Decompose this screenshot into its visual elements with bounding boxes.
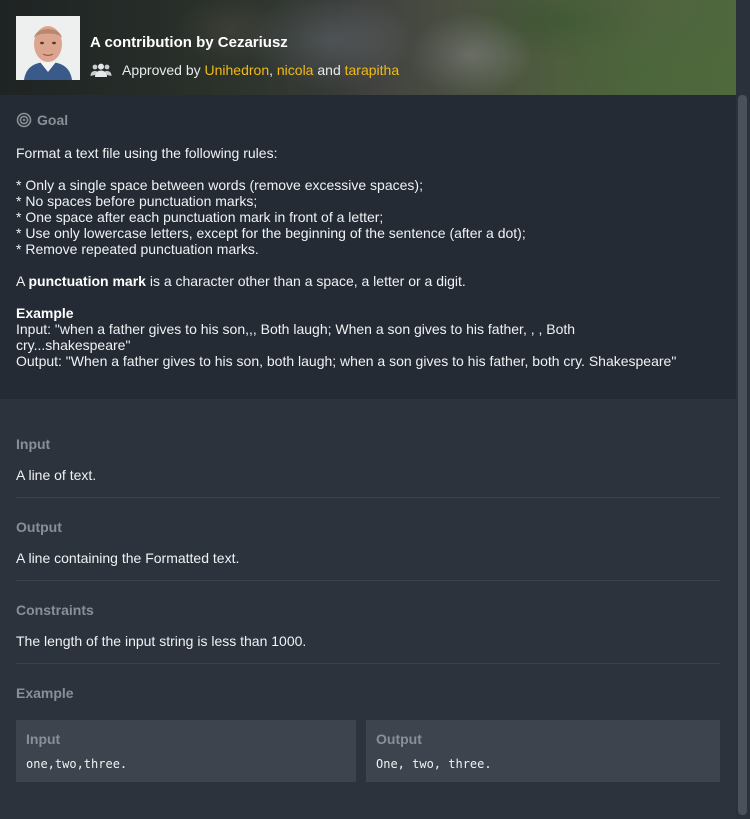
users-icon: [90, 63, 112, 77]
divider: [16, 497, 720, 498]
rule-item: * One space after each punctuation mark …: [16, 209, 384, 225]
goal-intro: Format a text file using the following r…: [16, 145, 278, 161]
goal-label: Goal: [37, 112, 69, 128]
example-input-label: Input: [26, 731, 61, 747]
approver-link[interactable]: tarapitha: [345, 62, 399, 78]
contribution-header: A contribution by Cezariusz Approved by …: [0, 0, 750, 95]
goal-statement: Format a text file using the following r…: [16, 145, 721, 369]
example-output-value[interactable]: One, two, three.: [376, 757, 492, 771]
goal-heading: Goal: [16, 112, 68, 128]
rule-item: * No spaces before punctuation marks;: [16, 193, 258, 209]
example-input-value[interactable]: one,two,three.: [26, 757, 127, 771]
rules-list: * Only a single space between words (rem…: [16, 177, 721, 257]
definition-term: punctuation mark: [28, 273, 146, 289]
constraints-heading: Constraints: [16, 602, 94, 618]
output-heading: Output: [16, 519, 62, 535]
input-heading: Input: [16, 436, 51, 452]
approver-separator: ,: [269, 62, 273, 78]
output-description: A line containing the Formatted text.: [16, 550, 240, 566]
punctuation-definition: A punctuation mark is a character other …: [16, 273, 721, 289]
rule-item: * Use only lowercase letters, except for…: [16, 225, 526, 241]
avatar[interactable]: [16, 16, 80, 80]
definition-text: is a character other than a space, a let…: [149, 273, 466, 289]
rule-item: * Remove repeated punctuation marks.: [16, 241, 259, 257]
rule-item: * Only a single space between words (rem…: [16, 177, 423, 193]
example-heading: Example: [16, 685, 74, 701]
approver-conjunction: and: [317, 62, 341, 78]
target-icon: [16, 112, 32, 128]
approver-link[interactable]: nicola: [277, 62, 314, 78]
approved-by-label: Approved by: [122, 62, 201, 78]
approver-link[interactable]: Unihedron: [205, 62, 270, 78]
io-details: Input A line of text. Output A line cont…: [0, 399, 736, 819]
approved-by-line: Approved by Unihedron, nicola and tarapi…: [90, 62, 399, 78]
goal-example-input: Input: "when a father gives to his son,,…: [16, 321, 576, 337]
example-input-box: Input one,two,three.: [16, 720, 356, 782]
goal-example-output: Output: "When a father gives to his son,…: [16, 353, 677, 369]
goal-example: Example Input: "when a father gives to h…: [16, 305, 721, 369]
example-output-box: Output One, two, three.: [366, 720, 720, 782]
scrollbar-thumb[interactable]: [738, 95, 747, 815]
divider: [16, 663, 720, 664]
goal-example-input-cont: cry...shakespeare": [16, 337, 131, 353]
input-description: A line of text.: [16, 467, 97, 483]
goal-section: Goal Format a text file using the follow…: [0, 95, 736, 399]
constraints-description: The length of the input string is less t…: [16, 633, 307, 649]
divider: [16, 580, 720, 581]
goal-example-heading: Example: [16, 305, 74, 321]
definition-prefix: A: [16, 273, 25, 289]
contribution-title: A contribution by Cezariusz: [90, 34, 288, 51]
example-output-label: Output: [376, 731, 422, 747]
